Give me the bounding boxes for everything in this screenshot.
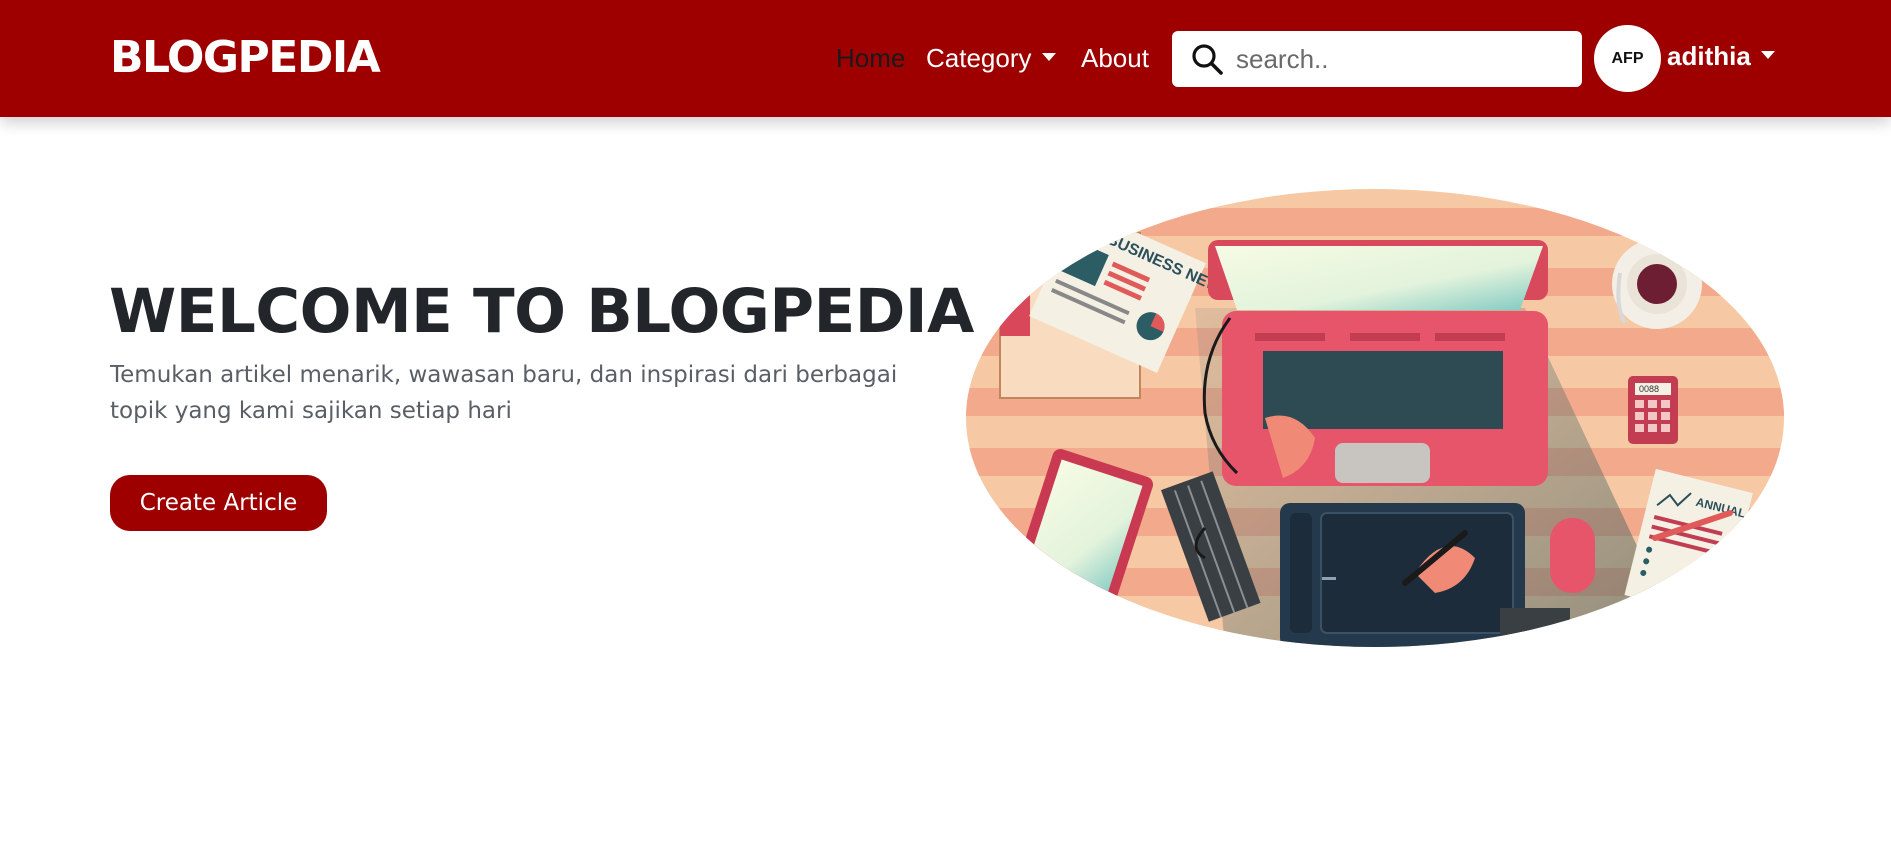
user-menu-dropdown[interactable]: adithia <box>1667 40 1775 72</box>
hero-title: WELCOME TO BLOGPEDIA <box>109 276 974 347</box>
brand-logo[interactable]: BLOGPEDIA <box>110 30 381 86</box>
top-navbar: BLOGPEDIA Home Category About AFP adithi… <box>0 0 1891 117</box>
chevron-down-icon <box>1760 51 1775 60</box>
search-box <box>1172 31 1582 87</box>
nav-category-label: Category <box>926 43 1032 73</box>
hero-description: Temukan artikel menarik, wawasan baru, d… <box>110 362 898 424</box>
avatar[interactable]: AFP <box>1594 25 1661 92</box>
nav-home-link[interactable]: Home <box>836 42 905 74</box>
username-label: adithia <box>1667 41 1751 71</box>
create-article-button[interactable]: Create Article <box>110 475 327 531</box>
nav-about-link[interactable]: About <box>1081 42 1149 74</box>
search-input[interactable] <box>1236 39 1566 79</box>
nav-category-dropdown[interactable]: Category <box>926 42 1056 74</box>
search-icon[interactable] <box>1190 42 1224 76</box>
chevron-down-icon <box>1041 53 1056 62</box>
calculator-display: 0088 <box>1639 384 1659 394</box>
hero-illustration: BUSINESS NEWS 0088 ANNUAL REPORT <box>966 189 1784 647</box>
